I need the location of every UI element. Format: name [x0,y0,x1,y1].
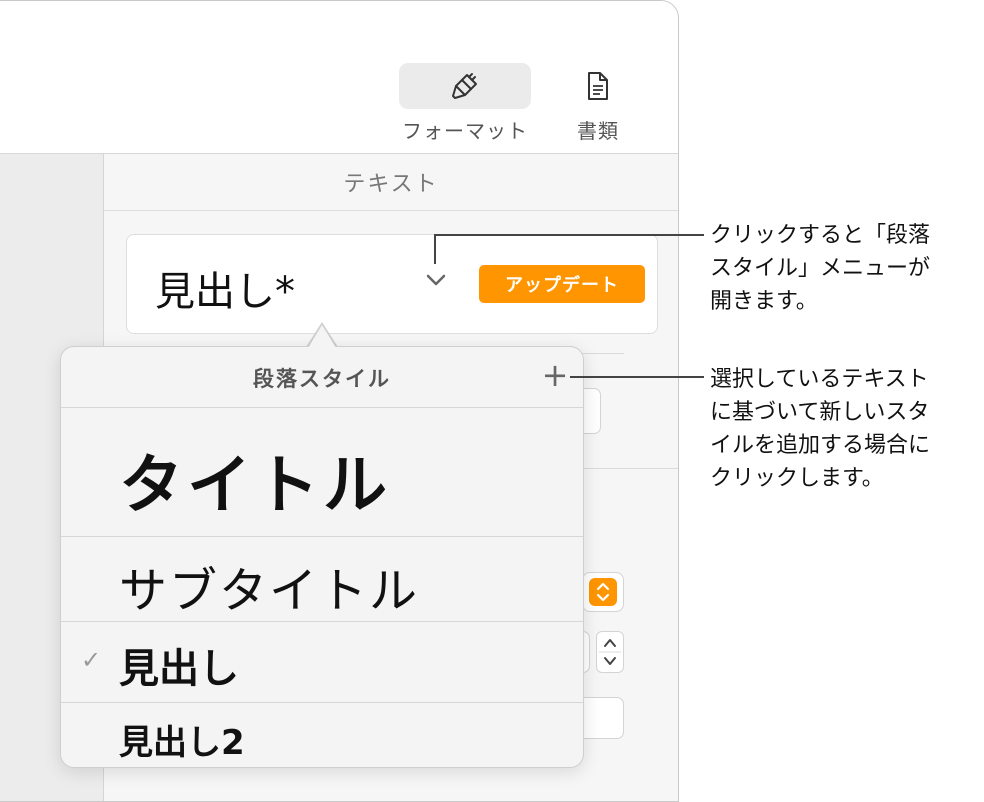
style-item-label: タイトル [119,449,391,523]
document-icon [588,72,608,100]
paintbrush-icon [452,73,477,99]
callout-line [434,234,436,264]
style-item-subtitle[interactable]: サブタイトル [61,537,583,622]
callout-style-menu: クリックすると「段落 スタイル」メニューが 開きます。 [710,219,930,318]
callout-line [570,376,704,378]
callout-line-text: 選択しているテキスト [710,367,929,392]
popover-header: 段落スタイル + [61,347,583,408]
up-down-chevron-icon [596,582,610,602]
popover-title: 段落スタイル [253,367,391,391]
paragraph-style-popover: 段落スタイル + タイトル サブタイトル ✓ 見出し 見出し2 [60,346,584,768]
callout-line-text: イルを追加する場合に [710,433,931,458]
font-size-stepper[interactable] [596,631,624,673]
callout-add-style: 選択しているテキスト に基づいて新しいスタ イルを追加する場合に クリックします… [710,363,930,495]
popover-arrow-fill [308,325,336,348]
chevron-down-icon[interactable] [425,273,447,287]
callout-line-text: クリックすると「段落 [710,223,931,248]
stepper-icon [599,639,621,665]
style-item-heading[interactable]: ✓ 見出し [61,622,583,703]
checkmark-icon: ✓ [81,646,102,674]
tab-text[interactable]: テキスト [104,154,678,211]
style-item-label: 見出し [119,646,239,692]
document-button[interactable]: 書類 [532,63,664,145]
callout-line [434,234,704,236]
style-item-title[interactable]: タイトル [61,408,583,537]
paragraph-style-selector[interactable]: 見出し* アップデート [126,234,658,334]
stepper-accent [589,578,617,606]
callout-line-text: クリックします。 [710,466,884,491]
callout-line-text: 開きます。 [710,289,818,314]
callout-line-text: スタイル」メニューが [710,256,931,281]
paragraph-style-name: 見出し* [155,269,295,315]
style-item-label: サブタイトル [119,563,420,619]
font-style-popup[interactable] [582,572,624,612]
document-label: 書類 [577,119,619,143]
style-item-label: 見出し2 [119,723,245,763]
format-label: フォーマット [402,119,528,143]
toolbar: フォーマット 書類 [0,1,678,154]
format-button[interactable]: フォーマット [399,63,531,145]
style-item-heading2[interactable]: 見出し2 [61,703,583,767]
plus-icon[interactable]: + [541,359,569,391]
update-button[interactable]: アップデート [479,265,645,303]
callout-line-text: に基づいて新しいスタ [710,400,930,425]
